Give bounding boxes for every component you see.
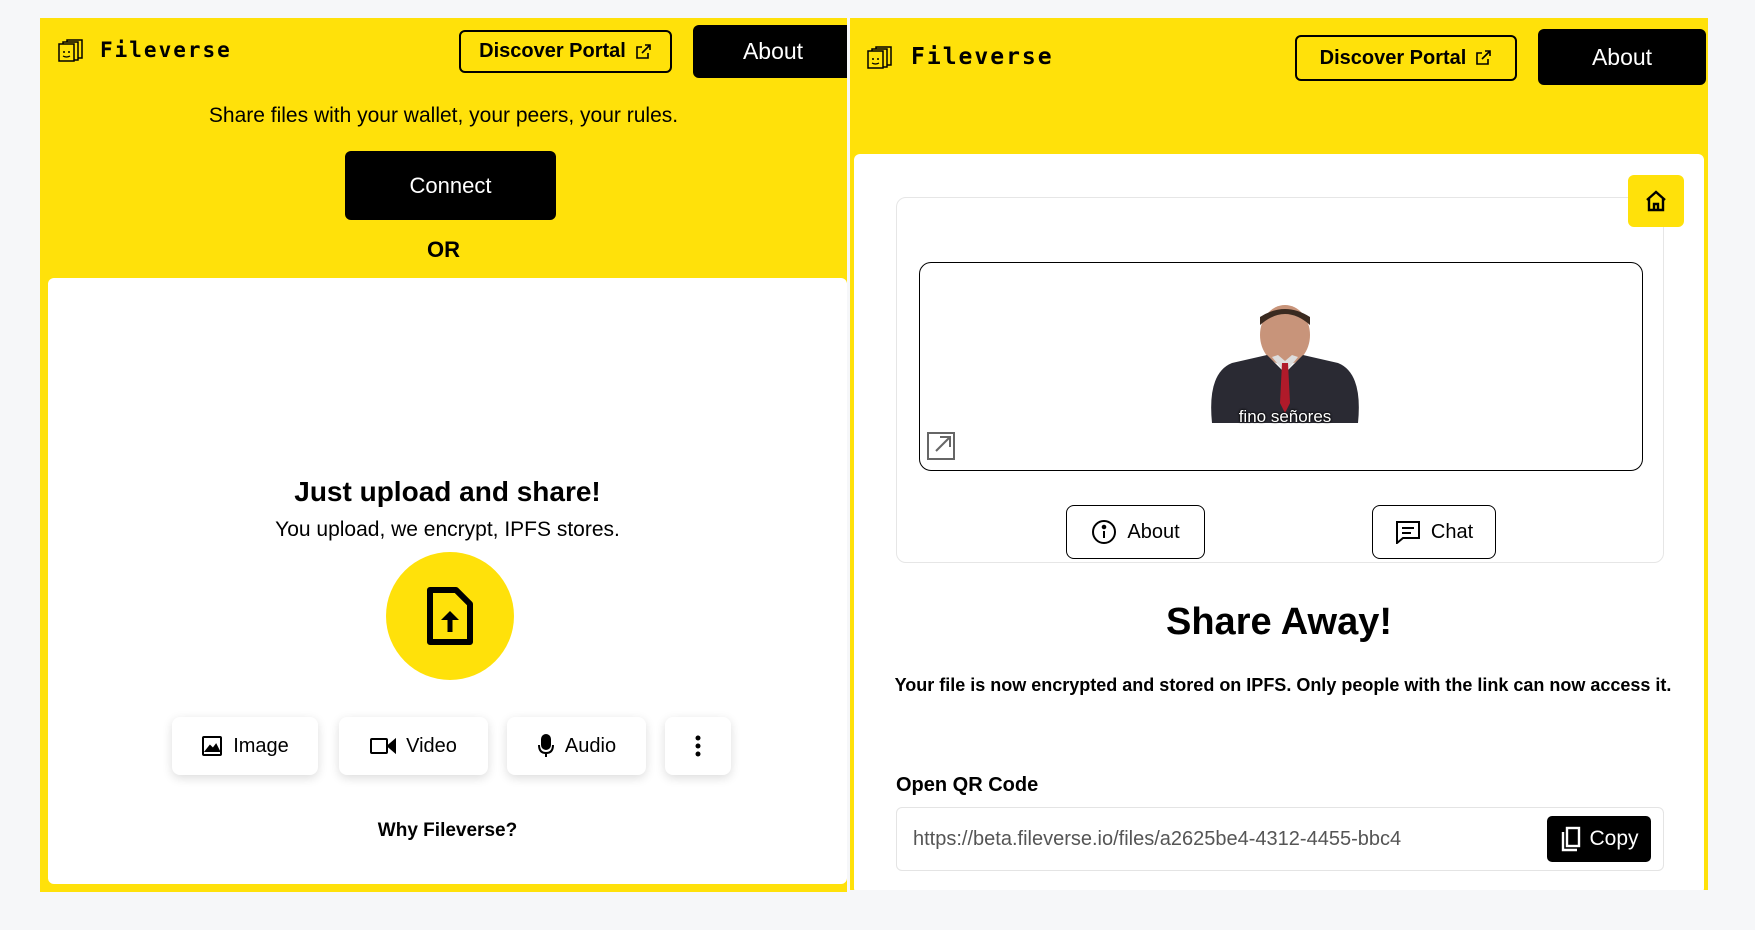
about-button[interactable]: About [693,25,847,78]
share-card: fino señores About Chat Share Away! Your… [854,154,1704,890]
brand-name: Fileverse [100,38,232,62]
video-type-button[interactable]: Video [339,717,488,775]
external-link-icon [636,43,651,59]
share-link-field[interactable]: https://beta.fileverse.io/files/a2625be4… [896,807,1664,871]
or-divider: OR [427,237,460,262]
upload-button[interactable] [386,552,514,680]
why-fileverse-link[interactable]: Why Fileverse? [48,820,847,842]
image-type-button[interactable]: Image [172,717,318,775]
chat-button[interactable]: Chat [1372,505,1496,559]
video-icon [370,737,397,755]
image-type-label: Image [233,734,289,757]
file-preview-panel: fino señores About Chat [896,197,1664,563]
video-type-label: Video [406,734,457,757]
brand-logo[interactable]: Fileverse [867,44,1054,70]
about-label: About [1591,43,1653,70]
file-upload-icon [427,587,473,645]
copy-button[interactable]: Copy [1547,816,1651,862]
more-options-button[interactable] [665,717,731,775]
about-button[interactable]: About [1538,29,1706,85]
microphone-icon [537,734,554,757]
discover-portal-label: Discover Portal [1319,46,1467,69]
upload-title: Just upload and share! [294,476,601,507]
external-link-icon [1476,50,1492,65]
brand-name: Fileverse [911,44,1054,70]
connect-button[interactable]: Connect [345,151,556,220]
discover-portal-button[interactable]: Discover Portal [459,30,672,73]
audio-type-label: Audio [564,734,617,757]
image-icon [202,736,223,756]
brand-logo[interactable]: Fileverse [58,38,232,62]
upload-card: Just upload and share! You upload, we en… [48,278,847,884]
tagline: Share files with your wallet, your peers… [208,104,679,127]
file-about-button[interactable]: About [1066,505,1205,559]
file-stack-icon [867,46,892,69]
open-external-icon[interactable] [926,431,956,461]
about-label: About [742,38,804,64]
chat-icon [1395,521,1420,544]
preview-caption: fino señores [1238,407,1332,426]
home-button[interactable] [1628,175,1684,227]
upload-screen: Fileverse Discover Portal About Share fi… [40,18,847,892]
file-preview-frame: fino señores [919,262,1643,471]
home-icon [1646,190,1666,212]
share-description: Your file is now encrypted and stored on… [894,675,1672,695]
connect-label: Connect [409,172,492,198]
share-link-text[interactable]: https://beta.fileverse.io/files/a2625be4… [913,828,1401,851]
file-stack-icon [58,39,83,62]
discover-portal-label: Discover Portal [479,40,626,62]
audio-type-button[interactable]: Audio [507,717,646,775]
open-qr-code-link[interactable]: Open QR Code [896,774,1038,797]
upload-subtitle: You upload, we encrypt, IPFS stores. [275,518,620,541]
info-icon [1092,520,1117,544]
discover-portal-button[interactable]: Discover Portal [1295,35,1517,81]
share-screen: Fileverse Discover Portal About fino señ… [850,18,1708,890]
more-vertical-icon [695,735,701,757]
copy-icon [1562,826,1581,852]
share-title: Share Away! [1166,601,1392,643]
file-about-label: About [1127,520,1180,543]
chat-label: Chat [1430,520,1474,543]
copy-label: Copy [1589,827,1639,850]
